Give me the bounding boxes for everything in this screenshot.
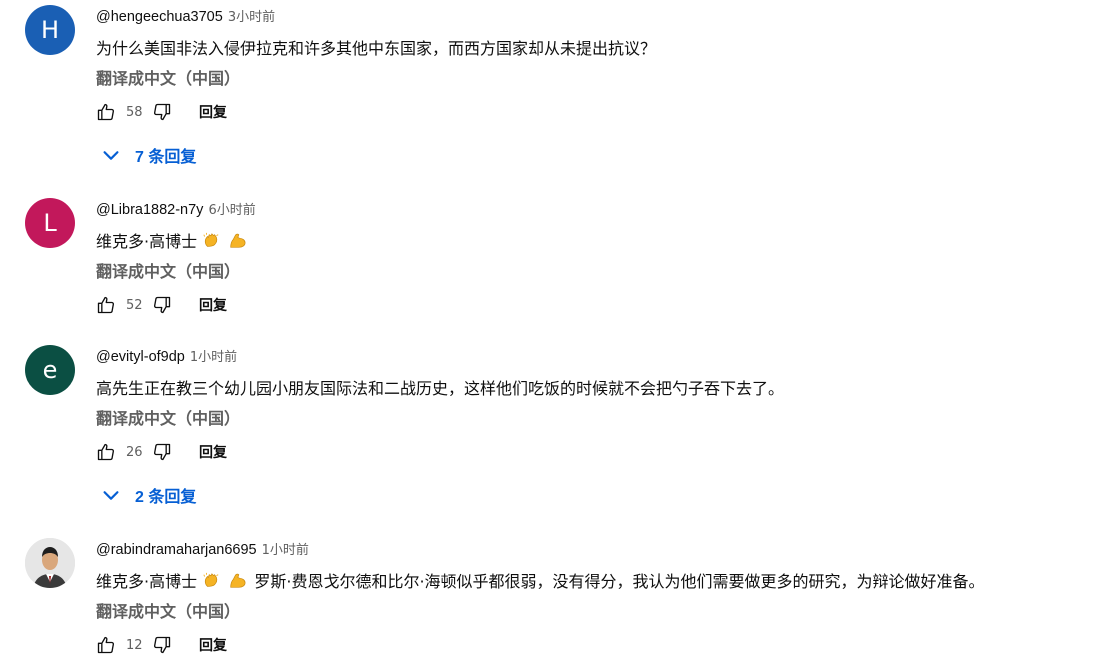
thumb-up-icon xyxy=(96,635,116,655)
chevron-down-icon xyxy=(100,484,122,506)
like-count: 26 xyxy=(126,444,143,460)
like-button[interactable] xyxy=(96,102,116,122)
like-count: 58 xyxy=(126,104,143,120)
comment-author[interactable]: @evityl-of9dp xyxy=(96,349,185,365)
like-button[interactable] xyxy=(96,635,116,655)
comment-header: @rabindramaharjan6695 1小时前 xyxy=(96,539,309,559)
comment-actions: 26 回复 xyxy=(96,440,227,464)
chevron-down-icon xyxy=(100,144,122,166)
replies-count-label: 2 条回复 xyxy=(135,489,197,506)
comment-actions: 58 回复 xyxy=(96,100,227,124)
replies-count-label: 7 条回复 xyxy=(135,149,197,166)
avatar[interactable]: L xyxy=(25,198,75,248)
flexed-biceps-emoji xyxy=(228,572,246,590)
comment-author[interactable]: @hengeechua3705 xyxy=(96,9,223,25)
thumb-down-icon xyxy=(152,442,172,462)
thumb-up-icon xyxy=(96,295,116,315)
reply-button[interactable]: 回复 xyxy=(199,442,227,462)
like-count: 12 xyxy=(126,637,143,653)
dislike-button[interactable] xyxy=(152,635,172,655)
dislike-button[interactable] xyxy=(152,295,172,315)
clapping-hands-emoji xyxy=(202,572,220,590)
comment-actions: 52 回复 xyxy=(96,293,227,317)
comment-text-content: 维克多·高博士 xyxy=(96,232,198,251)
thumb-down-icon xyxy=(152,295,172,315)
comment-time[interactable]: 1小时前 xyxy=(190,346,237,365)
clapping-hands-emoji xyxy=(202,232,220,250)
comment-author[interactable]: @Libra1882-n7y xyxy=(96,202,203,218)
comment-text-start: 维克多·高博士 xyxy=(96,572,198,591)
dislike-button[interactable] xyxy=(152,102,172,122)
like-count: 52 xyxy=(126,297,143,313)
comment-header: @hengeechua3705 3小时前 xyxy=(96,6,275,26)
comment-text-end: 罗斯·费恩戈尔德和比尔·海顿似乎都很弱，没有得分，我认为他们需要做更多的研究，为… xyxy=(254,572,985,591)
translate-link[interactable]: 翻译成中文（中国） xyxy=(96,598,240,622)
translate-link[interactable]: 翻译成中文（中国） xyxy=(96,65,240,89)
reply-button[interactable]: 回复 xyxy=(199,295,227,315)
view-replies-button[interactable]: 7 条回复 xyxy=(100,143,196,167)
avatar[interactable]: e xyxy=(25,345,75,395)
like-button[interactable] xyxy=(96,295,116,315)
avatar[interactable] xyxy=(25,538,75,588)
comment-text: 高先生正在教三个幼儿园小朋友国际法和二战历史，这样他们吃饭的时候就不会把勺子吞下… xyxy=(96,379,785,398)
reply-button[interactable]: 回复 xyxy=(199,635,227,655)
thumb-down-icon xyxy=(152,102,172,122)
comment-actions: 12 回复 xyxy=(96,633,227,657)
comment-text: 维克多·高博士 罗斯·费恩戈尔德和比尔·海顿似乎都很弱，没有得分，我认为他们需要… xyxy=(96,568,985,592)
view-replies-button[interactable]: 2 条回复 xyxy=(100,483,196,507)
translate-link[interactable]: 翻译成中文（中国） xyxy=(96,258,240,282)
thumb-up-icon xyxy=(96,102,116,122)
thumb-up-icon xyxy=(96,442,116,462)
comment-time[interactable]: 3小时前 xyxy=(228,6,275,25)
comment-time[interactable]: 6小时前 xyxy=(208,199,255,218)
profile-photo xyxy=(25,538,75,588)
dislike-button[interactable] xyxy=(152,442,172,462)
comment-text: 为什么美国非法入侵伊拉克和许多其他中东国家，而西方国家却从未提出抗议？ xyxy=(96,39,657,58)
comment-header: @Libra1882-n7y 6小时前 xyxy=(96,199,256,219)
avatar[interactable]: H xyxy=(25,5,75,55)
like-button[interactable] xyxy=(96,442,116,462)
comment-time[interactable]: 1小时前 xyxy=(262,539,309,558)
comment-header: @evityl-of9dp 1小时前 xyxy=(96,346,237,366)
thumb-down-icon xyxy=(152,635,172,655)
flexed-biceps-emoji xyxy=(228,232,246,250)
comment-text: 维克多·高博士 xyxy=(96,228,249,252)
translate-link[interactable]: 翻译成中文（中国） xyxy=(96,405,240,429)
comment-author[interactable]: @rabindramaharjan6695 xyxy=(96,542,257,558)
reply-button[interactable]: 回复 xyxy=(199,102,227,122)
